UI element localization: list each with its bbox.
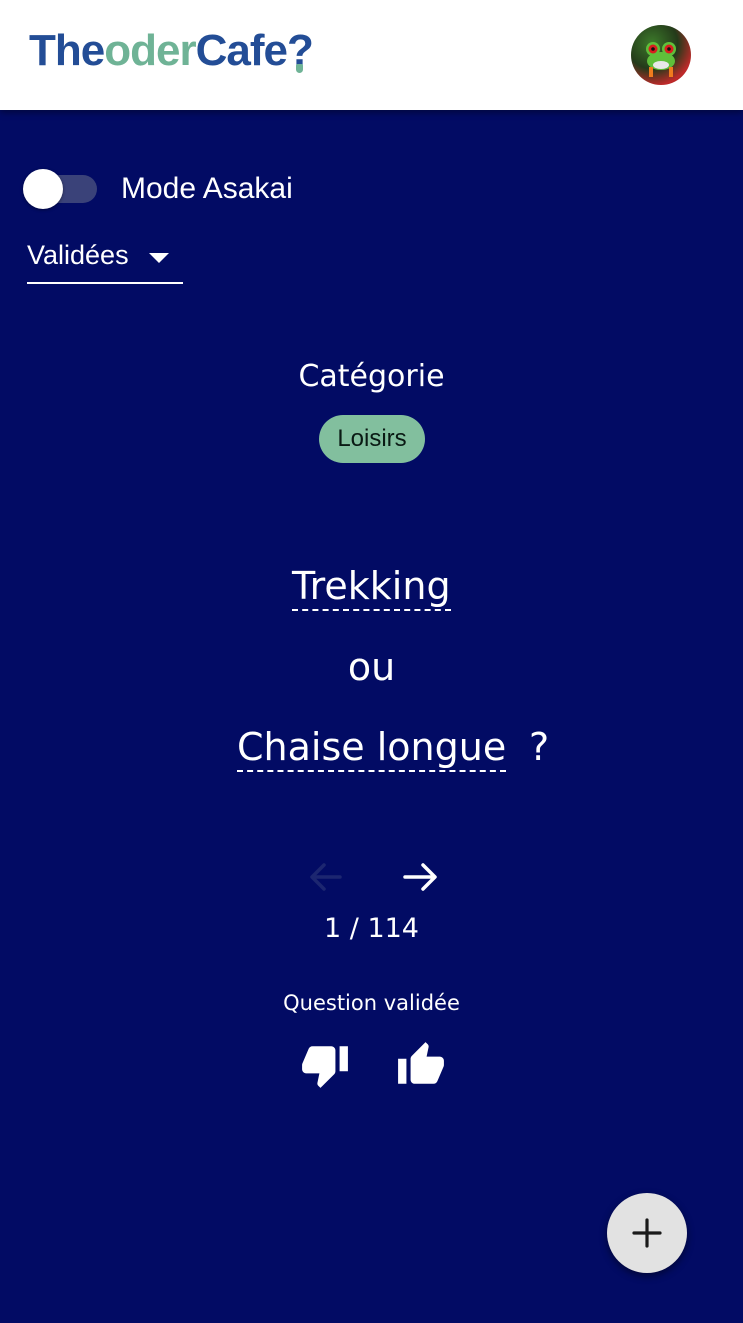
like-button[interactable] xyxy=(396,1040,446,1090)
app-logo[interactable]: TheoderCafe? xyxy=(29,26,314,76)
next-question-button[interactable] xyxy=(399,855,443,899)
logo-part-oder: oder xyxy=(104,26,196,75)
thumb-down-icon xyxy=(302,1046,348,1088)
app-header: TheoderCafe? xyxy=(0,0,743,110)
plus-icon xyxy=(632,1218,662,1248)
dislike-button[interactable] xyxy=(300,1040,350,1090)
frog-avatar-icon xyxy=(646,42,676,77)
asakai-mode-label: Mode Asakai xyxy=(121,172,293,205)
dropdown-caret-icon xyxy=(149,253,169,263)
option-a[interactable]: Trekking xyxy=(292,563,451,611)
previous-question-button[interactable] xyxy=(304,855,348,899)
user-avatar[interactable] xyxy=(631,25,691,85)
logo-part-cafe: Cafe xyxy=(195,26,288,75)
question-mark: ? xyxy=(529,725,550,769)
validation-status: Question validée xyxy=(283,991,460,1015)
arrow-left-icon xyxy=(310,863,342,891)
category-chip: Loisirs xyxy=(319,415,425,463)
option-b[interactable]: Chaise longue xyxy=(237,724,507,772)
status-filter-select[interactable]: Validées xyxy=(27,232,183,284)
add-question-button[interactable] xyxy=(607,1193,687,1273)
status-filter-value: Validées xyxy=(27,240,129,270)
toggle-knob xyxy=(23,169,63,209)
pagination-indicator: 1 / 114 xyxy=(324,913,419,944)
option-separator: ou xyxy=(347,645,396,689)
category-heading: Catégorie xyxy=(298,359,445,394)
logo-part-the: The xyxy=(29,26,105,75)
arrow-right-icon xyxy=(403,863,437,891)
logo-question-mark: ? xyxy=(286,26,314,75)
asakai-mode-toggle[interactable] xyxy=(23,169,99,209)
thumb-up-icon xyxy=(398,1042,444,1084)
